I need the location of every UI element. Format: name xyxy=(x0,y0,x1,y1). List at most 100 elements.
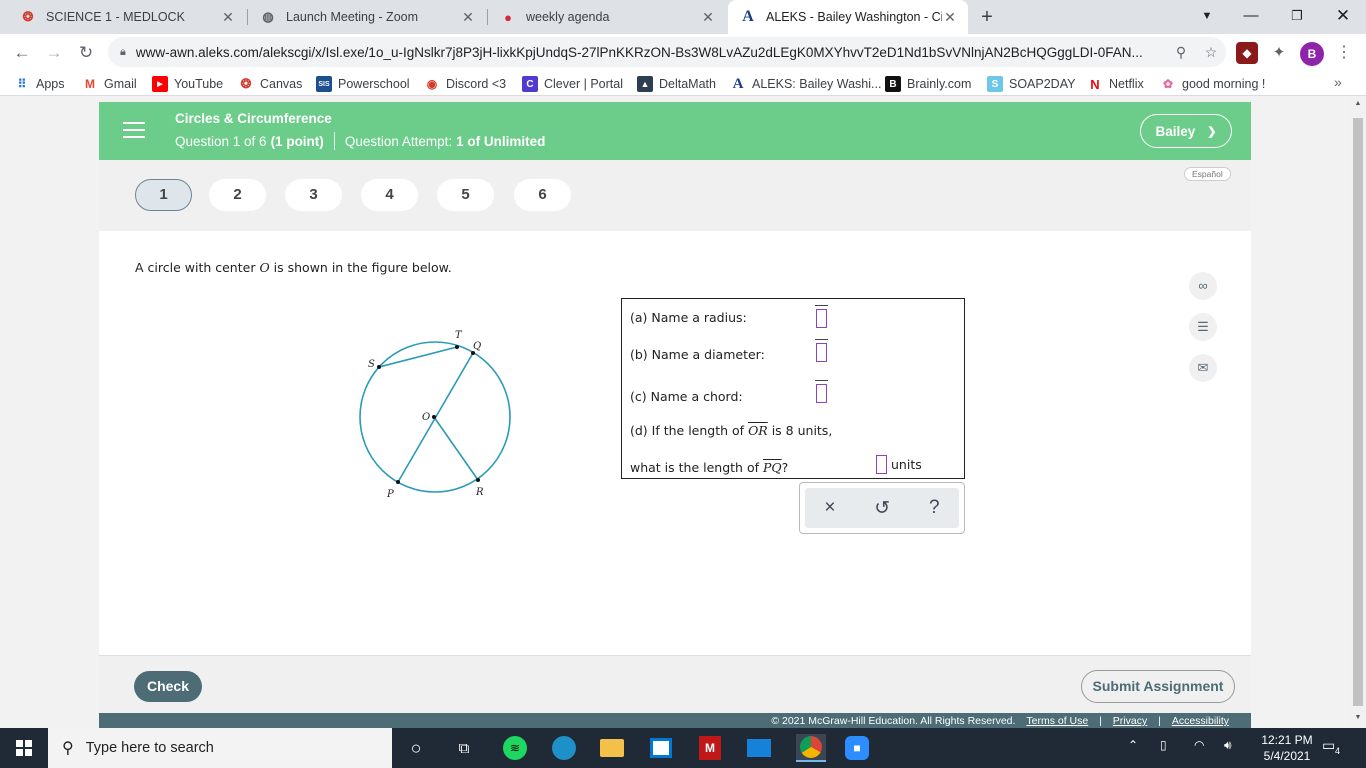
bookmark-netflix[interactable]: N Netflix xyxy=(1087,75,1143,93)
close-window-icon[interactable]: ✕ xyxy=(1320,0,1366,34)
file-explorer-icon[interactable] xyxy=(598,734,626,762)
question-2-button[interactable]: 2 xyxy=(209,179,266,211)
terms-of-use-link[interactable]: Terms of Use xyxy=(1026,715,1088,727)
part-e-text: what is the length of PQ? xyxy=(630,460,788,475)
user-menu-button[interactable]: Bailey ❯ xyxy=(1140,114,1232,148)
tab-title: weekly agenda xyxy=(526,10,610,24)
length-answer-input[interactable] xyxy=(876,455,887,474)
mail-app-icon[interactable] xyxy=(745,734,773,762)
forward-icon[interactable]: → xyxy=(40,39,68,67)
bookmark-label: ALEKS: Bailey Washi... xyxy=(752,77,882,91)
chord-answer-input[interactable] xyxy=(816,384,827,403)
question-3-button[interactable]: 3 xyxy=(285,179,342,211)
worksheet-icon[interactable]: ☰ xyxy=(1189,313,1217,341)
bookmark-apps[interactable]: ⠿ Apps xyxy=(14,75,65,93)
show-hidden-icons-icon[interactable]: ⌃ xyxy=(1128,738,1138,752)
profile-avatar[interactable]: B xyxy=(1300,42,1324,66)
edge-icon[interactable] xyxy=(550,734,578,762)
spotify-icon[interactable]: ≋ xyxy=(501,734,529,762)
privacy-link[interactable]: Privacy xyxy=(1113,715,1147,727)
question-6-button[interactable]: 6 xyxy=(514,179,571,211)
task-view-icon[interactable]: ⧉ xyxy=(450,734,478,762)
circle-figure: T Q S O P R xyxy=(359,330,511,500)
bookmark-youtube[interactable]: ▶ YouTube xyxy=(152,75,223,93)
tab-search-icon[interactable]: ▼ xyxy=(1184,0,1230,34)
question-5-button[interactable]: 5 xyxy=(437,179,494,211)
tab-science[interactable]: ❂ SCIENCE 1 - MEDLOCK ✕ xyxy=(8,0,246,34)
units-label: units xyxy=(891,457,922,472)
tab-weekly-agenda[interactable]: ● weekly agenda ✕ xyxy=(488,0,726,34)
mcafee-icon[interactable]: M xyxy=(696,734,724,762)
store-icon[interactable] xyxy=(647,734,675,762)
diameter-answer-input[interactable] xyxy=(816,343,827,362)
bookmark-gmail[interactable]: M Gmail xyxy=(82,75,137,93)
chrome-icon[interactable] xyxy=(796,734,826,762)
back-icon[interactable]: ← xyxy=(8,39,36,67)
close-tab-icon[interactable]: ✕ xyxy=(460,9,476,26)
glasses-icon[interactable]: ∞ xyxy=(1189,272,1217,300)
question-4-button[interactable]: 4 xyxy=(361,179,418,211)
device-icon[interactable]: ▯ xyxy=(1160,738,1167,752)
bookmark-deltamath[interactable]: ▲ DeltaMath xyxy=(637,75,716,93)
clear-icon[interactable]: × xyxy=(824,497,835,519)
help-icon[interactable]: ? xyxy=(929,497,940,519)
bookmark-brainly[interactable]: B Brainly.com xyxy=(885,75,971,93)
question-1-button[interactable]: 1 xyxy=(135,179,192,211)
question-prompt: A circle with center O is shown in the f… xyxy=(135,260,452,275)
zoom-app-icon[interactable]: ■ xyxy=(843,734,871,762)
soap2day-icon: S xyxy=(987,76,1003,92)
notifications-icon[interactable]: ▭ 4 xyxy=(1322,737,1346,759)
accessibility-link[interactable]: Accessibility xyxy=(1172,715,1229,727)
tab-aleks[interactable]: A ALEKS - Bailey Washington - Circ ✕ xyxy=(728,0,968,34)
espanol-toggle[interactable]: Español xyxy=(1184,167,1231,181)
taskbar-clock[interactable]: 12:21 PM 5/4/2021 xyxy=(1256,732,1318,764)
question-navigation: 1 2 3 4 5 6 Español xyxy=(99,160,1251,231)
cortana-icon[interactable]: ○ xyxy=(402,734,430,762)
mail-icon[interactable]: ✉ xyxy=(1189,354,1217,382)
part-e-start: what is the length of xyxy=(630,460,763,475)
bookmark-clever[interactable]: C Clever | Portal xyxy=(522,75,623,93)
menu-hamburger-icon[interactable] xyxy=(123,122,145,140)
check-button[interactable]: Check xyxy=(134,671,202,702)
header-divider xyxy=(333,132,335,150)
scrollbar-thumb[interactable] xyxy=(1353,118,1363,706)
url-text[interactable]: www-awn.aleks.com/alekscgi/x/Isl.exe/1o_… xyxy=(136,45,1166,60)
page-scrollbar[interactable]: ▲ ▼ xyxy=(1350,96,1366,728)
more-bookmarks-icon[interactable]: » xyxy=(1334,74,1342,90)
answer-box: (a) Name a radius: (b) Name a diameter: … xyxy=(621,298,965,479)
ublock-icon[interactable]: ◆ xyxy=(1236,42,1258,64)
close-tab-icon[interactable]: ✕ xyxy=(220,9,236,26)
clock-date: 5/4/2021 xyxy=(1263,749,1311,763)
windows-start-icon[interactable] xyxy=(0,728,48,768)
restore-icon[interactable]: ❐ xyxy=(1274,0,1320,34)
bookmark-soap2day[interactable]: S SOAP2DAY xyxy=(987,75,1075,93)
close-tab-icon[interactable]: ✕ xyxy=(700,9,716,26)
bookmark-powerschool[interactable]: SIS Powerschool xyxy=(316,75,410,93)
tab-zoom[interactable]: ◍ Launch Meeting - Zoom ✕ xyxy=(248,0,486,34)
extensions-icon[interactable]: ✦ xyxy=(1268,42,1290,64)
scroll-down-icon[interactable]: ▼ xyxy=(1350,714,1366,721)
bookmark-discord[interactable]: ◉ Discord <3 xyxy=(424,75,506,93)
new-tab-icon[interactable]: + xyxy=(976,4,998,30)
zoom-icon[interactable]: ⚲ xyxy=(1166,44,1196,61)
bookmark-star-icon[interactable]: ☆ xyxy=(1196,44,1226,61)
point-s xyxy=(377,365,381,369)
volume-icon[interactable]: 🔊︎ xyxy=(1224,738,1232,753)
address-bar[interactable]: 🔒︎ www-awn.aleks.com/alekscgi/x/Isl.exe/… xyxy=(108,37,1226,67)
attempt-value: 1 of Unlimited xyxy=(456,133,546,149)
bookmark-canvas[interactable]: ❂ Canvas xyxy=(238,75,303,93)
wifi-icon[interactable]: ◠ xyxy=(1194,738,1204,752)
question-info: Question 1 of 6 (1 point) Question Attem… xyxy=(175,132,545,150)
taskbar-search[interactable]: ⚲ Type here to search xyxy=(48,728,392,768)
submit-assignment-button[interactable]: Submit Assignment xyxy=(1081,670,1235,703)
bookmark-aleks[interactable]: A ALEKS: Bailey Washi... xyxy=(730,75,882,93)
undo-icon[interactable]: ↺ xyxy=(874,497,890,520)
reload-icon[interactable]: ↻ xyxy=(72,39,100,67)
browser-menu-icon[interactable]: ⋮ xyxy=(1334,42,1354,64)
radius-answer-input[interactable] xyxy=(816,309,827,328)
scroll-up-icon[interactable]: ▲ xyxy=(1350,100,1366,107)
close-tab-icon[interactable]: ✕ xyxy=(942,9,958,26)
aleks-header: Circles & Circumference Question 1 of 6 … xyxy=(99,102,1251,160)
minimize-icon[interactable]: — xyxy=(1228,0,1274,34)
bookmark-good-morning[interactable]: ✿ good morning ! xyxy=(1160,75,1265,93)
